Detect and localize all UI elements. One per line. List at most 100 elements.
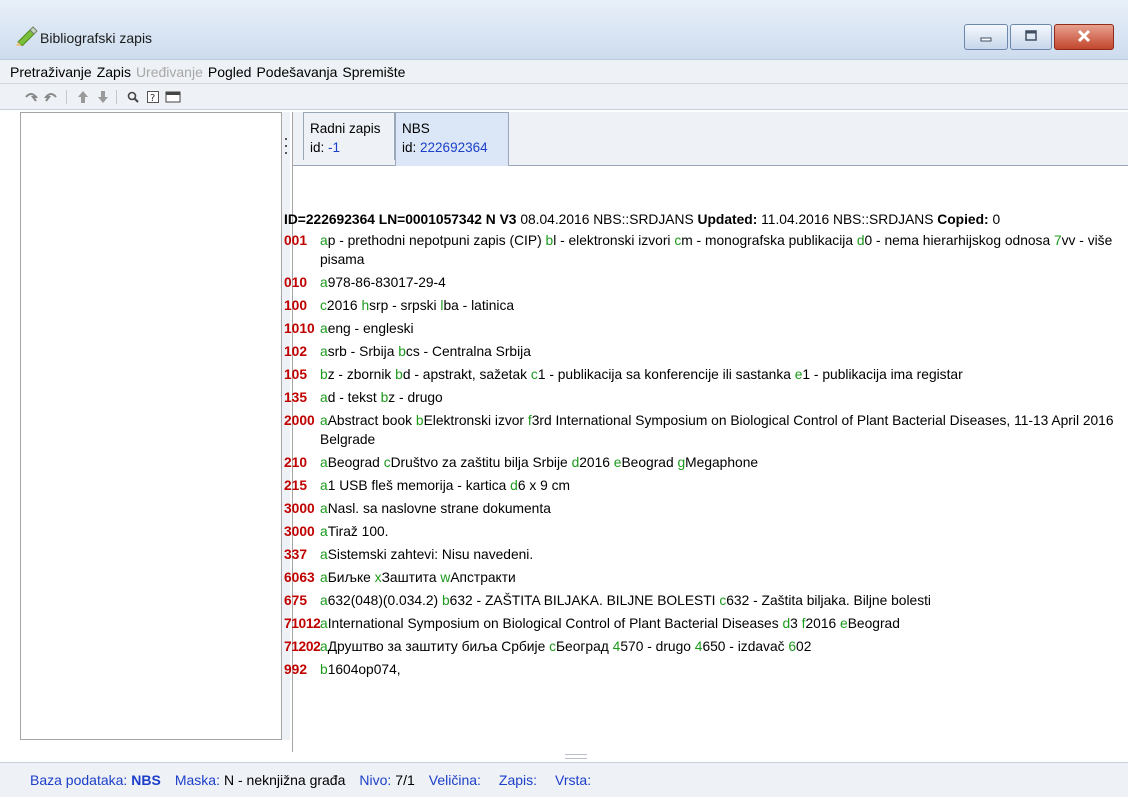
subfield-code: d bbox=[782, 616, 791, 631]
subfield-value: 632(048)(0.034.2) bbox=[327, 593, 442, 608]
subfield-value: 570 - drugo bbox=[620, 639, 695, 654]
subfield-code: b bbox=[398, 344, 406, 359]
toolbar-separator bbox=[116, 90, 117, 104]
record-field[interactable]: 210 aBeograd cDruštvo za zaštitu bilja Sr… bbox=[284, 453, 1128, 472]
field-content: ap - prethodni nepotpuni zapis (CIP) bl … bbox=[320, 231, 1120, 269]
subfield-code: 7 bbox=[1053, 233, 1062, 248]
record-fields: 001 ap - prethodni nepotpuni zapis (CIP) … bbox=[284, 231, 1128, 679]
field-content: c2016 hsrp - srpski lba - latinica bbox=[320, 296, 1120, 315]
splitter-grip bbox=[285, 138, 287, 140]
menu-pretrazivanje[interactable]: Pretraživanje bbox=[10, 64, 92, 80]
subfield-value: d - apstrakt, sažetak bbox=[402, 367, 531, 382]
arrow-down-icon[interactable] bbox=[94, 89, 112, 105]
tab-strip: Radni zapis id: -1 NBS id: 222692364 bbox=[293, 112, 1128, 166]
search-icon[interactable] bbox=[124, 89, 142, 105]
field-tag: 675 bbox=[284, 593, 308, 608]
subfield-value: Abstract book bbox=[327, 413, 416, 428]
field-content: ad - tekst bz - drugo bbox=[320, 388, 1120, 407]
help-icon[interactable]: ? bbox=[144, 89, 162, 105]
subfield-value: 02 bbox=[796, 639, 812, 654]
field-tag: 210 bbox=[284, 455, 308, 470]
subfield-value: 650 - izdavač bbox=[702, 639, 789, 654]
subfield-value: Заштита bbox=[381, 570, 441, 585]
record-field[interactable]: 3000 aTiraž 100. bbox=[284, 522, 1128, 541]
status-level-value: 7/1 bbox=[395, 772, 415, 788]
subfield-value: srb - Srbija bbox=[327, 344, 399, 359]
svg-text:?: ? bbox=[150, 93, 155, 104]
field-tag: 71012 bbox=[284, 616, 321, 631]
subfield-value: l - elektronski izvori bbox=[553, 233, 675, 248]
record-field[interactable]: 71012 aInternational Symposium on Biologi… bbox=[284, 614, 1128, 633]
subfield-value: 2016 bbox=[805, 616, 841, 631]
horizontal-splitter[interactable] bbox=[565, 754, 587, 759]
subfield-value: 1 - publikacija ima registar bbox=[802, 367, 963, 382]
tab-nbs[interactable]: NBS id: 222692364 bbox=[395, 112, 509, 166]
undo-icon[interactable] bbox=[22, 89, 40, 105]
close-button[interactable] bbox=[1054, 24, 1114, 50]
minimize-icon bbox=[979, 30, 993, 45]
close-icon bbox=[1077, 29, 1091, 46]
menu-spremiste[interactable]: Spremište bbox=[342, 64, 405, 80]
field-tag: 135 bbox=[284, 390, 308, 405]
minimize-button[interactable] bbox=[964, 24, 1008, 50]
record-field[interactable]: 105 bz - zbornik bd - apstrakt, sažetak c… bbox=[284, 365, 1128, 384]
subfield-value: Beograd bbox=[621, 455, 678, 470]
record-field[interactable]: 215 a1 USB fleš memorija - kartica d6 x 9… bbox=[284, 476, 1128, 495]
field-content: asrb - Srbija bcs - Centralna Srbija bbox=[320, 342, 1120, 361]
record-field[interactable]: 001 ap - prethodni nepotpuni zapis (CIP) … bbox=[284, 231, 1128, 269]
tab-radni-zapis[interactable]: Radni zapis id: -1 bbox=[303, 112, 395, 160]
record-field[interactable]: 71202 aДруштво за заштиту биља Србије cБе… bbox=[284, 637, 1128, 656]
subfield-value: Elektronski izvor bbox=[423, 413, 528, 428]
redo-icon[interactable] bbox=[42, 89, 60, 105]
record-field[interactable]: 1010 aeng - engleski bbox=[284, 319, 1128, 338]
field-content: a978-86-83017-29-4 bbox=[320, 273, 1120, 292]
field-content: b1604op074, bbox=[320, 660, 1120, 679]
toolbar: ? bbox=[0, 84, 1128, 110]
subfield-value: z - drugo bbox=[388, 390, 443, 405]
field-tag: 102 bbox=[284, 344, 308, 359]
menu-bar: Pretraživanje Zapis Uređivanje Pogled Po… bbox=[0, 60, 1128, 84]
arrow-up-icon[interactable] bbox=[74, 89, 92, 105]
subfield-code: g bbox=[677, 455, 686, 470]
title-bar: Bibliografski zapis bbox=[0, 0, 1128, 60]
status-db-label: Baza podataka: bbox=[30, 772, 128, 788]
menu-pogled[interactable]: Pogled bbox=[208, 64, 252, 80]
subfield-code: c bbox=[383, 455, 391, 470]
record-field[interactable]: 010 a978-86-83017-29-4 bbox=[284, 273, 1128, 292]
subfield-value: 6 x 9 cm bbox=[517, 478, 570, 493]
navigation-tree-panel[interactable] bbox=[20, 112, 282, 740]
field-tag: 100 bbox=[284, 298, 308, 313]
toolbar-separator bbox=[66, 90, 67, 104]
subfield-code: a bbox=[320, 455, 328, 470]
maximize-button[interactable] bbox=[1010, 24, 1052, 50]
menu-zapis[interactable]: Zapis bbox=[97, 64, 131, 80]
field-tag: 105 bbox=[284, 367, 308, 382]
subfield-code: b bbox=[395, 367, 403, 382]
subfield-code: b bbox=[320, 367, 328, 382]
record-field[interactable]: 2000 aAbstract book bElektronski izvor f3… bbox=[284, 411, 1128, 449]
menu-podesavanja[interactable]: Podešavanja bbox=[256, 64, 337, 80]
subfield-code: a bbox=[320, 593, 328, 608]
maximize-icon bbox=[1024, 29, 1038, 45]
record-field[interactable]: 102 asrb - Srbija bcs - Centralna Srbija bbox=[284, 342, 1128, 361]
record-field[interactable]: 135 ad - tekst bz - drugo bbox=[284, 388, 1128, 407]
record-field[interactable]: 992 b1604op074, bbox=[284, 660, 1128, 679]
field-tag: 3000 bbox=[284, 524, 315, 539]
field-content: aNasl. sa naslovne strane dokumenta bbox=[320, 499, 1120, 518]
record-field[interactable]: 337 aSistemski zahtevi: Nisu navedeni. bbox=[284, 545, 1128, 564]
field-tag: 71202 bbox=[284, 639, 321, 654]
record-field[interactable]: 3000 aNasl. sa naslovne strane dokumenta bbox=[284, 499, 1128, 518]
subfield-value: 1604op074, bbox=[327, 662, 401, 677]
subfield-code: e bbox=[840, 616, 848, 631]
status-mask-label: Maska: bbox=[174, 772, 220, 788]
subfield-code: a bbox=[320, 639, 328, 654]
tab-label: NBS bbox=[402, 121, 430, 136]
field-tag: 010 bbox=[284, 275, 308, 290]
record-field[interactable]: 6063 aБиљке xЗаштита wАпстракти bbox=[284, 568, 1128, 587]
card-icon[interactable] bbox=[164, 89, 182, 105]
record-field[interactable]: 675 a632(048)(0.034.2) b632 - ZAŠTITA BIL… bbox=[284, 591, 1128, 610]
field-tag: 1010 bbox=[284, 321, 315, 336]
field-content: aAbstract book bElektronski izvor f3rd I… bbox=[320, 411, 1120, 449]
record-field[interactable]: 100 c2016 hsrp - srpski lba - latinica bbox=[284, 296, 1128, 315]
menu-uredivanje[interactable]: Uređivanje bbox=[136, 64, 203, 80]
